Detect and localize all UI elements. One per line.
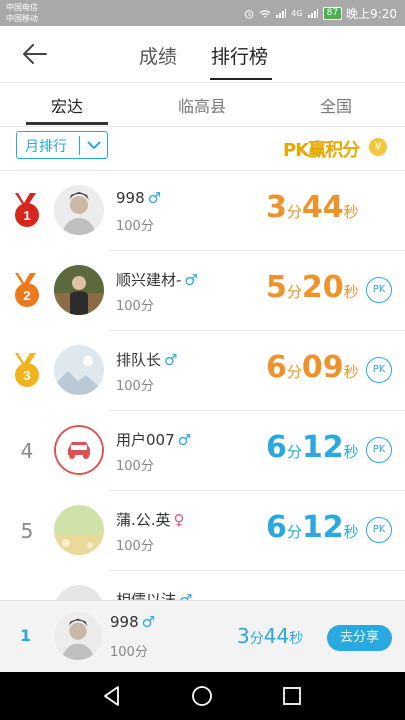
rank-number: 1 [23,208,30,223]
signal-icon [276,8,287,18]
list-item[interactable]: 4 用户007 ♂ 100分 6分12秒 PK [0,411,405,491]
player-score: 100分 [116,379,154,394]
avatar[interactable] [54,505,104,555]
leaderboard-list[interactable]: 1 998 ♂ 100分 3分44秒 2 顺兴建材- ♂ 100分 5分20秒 PK… [0,170,405,601]
pk-banner-text: PK赢积分 [283,140,360,161]
second-place-medal-icon: 2 [15,273,39,307]
player-name: 蒲.公.英 ♀ [116,511,185,529]
rank-number: 2 [23,288,30,303]
share-button[interactable]: 去分享 [327,625,392,651]
home-circle-icon[interactable] [190,684,214,708]
subtab-hongda[interactable]: 宏达 [51,93,83,117]
player-time: 6分12秒 [266,510,359,545]
gender-male-icon: ♂ [147,189,162,207]
player-score: 100分 [116,459,154,474]
status-icons: 4G 87 晚上9:20 [243,5,397,22]
wifi-icon [259,9,271,18]
list-item[interactable]: 2 顺兴建材- ♂ 100分 5分20秒 PK [0,251,405,331]
list-item[interactable]: 相儒以沫 ♂ [0,571,405,601]
coin-icon: ¥ [369,138,387,156]
app-header: 成绩 排行榜 [0,26,405,83]
avatar[interactable] [54,425,104,475]
player-time: 5分20秒 [266,270,359,305]
back-triangle-icon[interactable] [100,684,124,708]
player-time: 6分12秒 [266,430,359,465]
gender-male-icon: ♂ [164,351,178,369]
status-bar: 中国电信 中国移动 4G 87 晚上9:20 [0,0,405,26]
pk-button[interactable]: PK [366,277,392,303]
gender-male-icon: ♂ [141,613,156,631]
avatar[interactable] [54,265,104,315]
rank-number: 5 [20,519,34,543]
player-time: 6分09秒 [266,350,359,385]
list-item[interactable]: 1 998 ♂ 100分 3分44秒 [0,171,405,251]
active-tab-underline [210,78,272,80]
alarm-icon [245,9,254,19]
filter-label: 月排行 [25,139,67,155]
gender-female-icon: ♀ [173,511,185,529]
player-name: 顺兴建材- ♂ [116,271,198,289]
tab-leaderboard[interactable]: 排行榜 [211,42,268,69]
player-score: 100分 [116,539,154,554]
subtab-underline [26,122,108,125]
pk-button[interactable]: PK [366,517,392,543]
avatar[interactable] [54,345,104,395]
my-name: 998 ♂ [110,613,156,631]
player-name: 排​队长 ♂ [116,351,178,369]
my-rank-number: 1 [20,626,32,645]
gender-male-icon: ♂ [184,271,198,289]
rank-number: 3 [23,368,30,383]
pk-button[interactable]: PK [366,357,392,383]
pk-earn-points-banner[interactable]: PK赢积分 ¥ [281,134,393,162]
subtab-national[interactable]: 全国 [320,93,352,117]
third-place-medal-icon: 3 [15,353,39,387]
first-place-medal-icon: 1 [15,193,39,227]
rank-number: 4 [20,439,34,463]
carrier-labels: 中国电信 中国移动 [6,2,38,24]
recents-square-icon[interactable] [280,684,304,708]
list-item[interactable]: 5 蒲.公.英 ♀ 100分 6分12秒 PK [0,491,405,571]
avatar[interactable] [54,185,104,235]
clock: 晚上9:20 [346,7,397,21]
player-score: 100分 [116,219,154,234]
signal-2-icon [307,8,318,18]
carrier-2: 中国移动 [6,14,38,23]
scope-tabs: 宏达 临高县 全国 [0,82,405,127]
list-item[interactable]: 3 排​队长 ♂ 100分 6分09秒 PK [0,331,405,411]
player-time: 3分44秒 [266,190,359,225]
my-time: 3分44秒 [237,624,304,648]
subtab-lingao[interactable]: 临高县 [178,93,226,117]
tab-scores[interactable]: 成绩 [139,42,177,69]
filter-divider [79,136,80,155]
my-rank-bar: 1 998 ♂ 100分 3分44秒 去分享 [0,600,405,673]
battery-indicator: 87 [322,7,343,20]
player-name: 用户007 ♂ [116,431,192,449]
avatar[interactable] [54,585,104,601]
my-avatar[interactable] [54,612,102,660]
player-score: 100分 [116,299,154,314]
system-nav-bar [0,672,405,720]
my-score: 100分 [110,645,148,660]
pk-button[interactable]: PK [366,437,392,463]
player-name: 998 ♂ [116,189,162,207]
period-filter-dropdown[interactable]: 月排行 [16,131,108,159]
chevron-down-icon [87,141,101,150]
network-type: 4G [291,9,303,18]
arrow-left-icon[interactable] [20,40,50,68]
gender-male-icon: ♂ [177,431,192,449]
carrier-1: 中国电信 [6,3,38,12]
